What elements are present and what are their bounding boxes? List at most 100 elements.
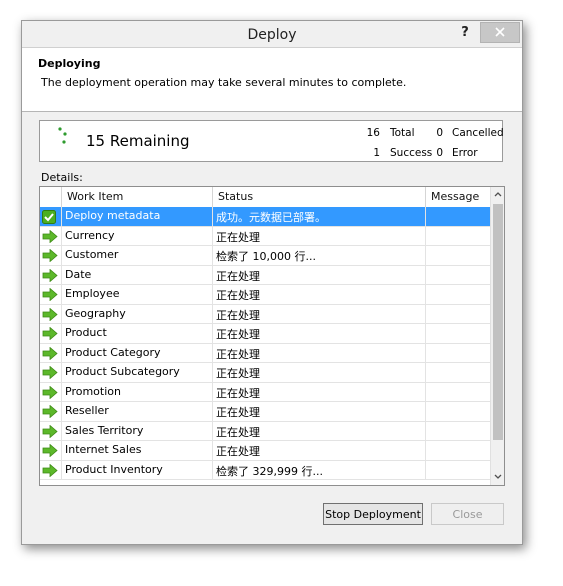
cell-divider (212, 441, 213, 460)
row-status-icon-cell (40, 285, 62, 304)
scroll-thumb[interactable] (493, 204, 503, 440)
arrow-right-icon (42, 385, 58, 399)
work-item-cell: Customer (65, 248, 119, 261)
arrow-right-icon (42, 366, 58, 379)
table-row[interactable]: Deploy metadata 成功。元数据已部署。 (40, 207, 490, 227)
cell-divider (425, 285, 426, 304)
scroll-up-button[interactable] (491, 187, 504, 203)
cell-divider (425, 363, 426, 382)
table-row[interactable]: Internet Sales 正在处理 (40, 441, 490, 461)
cell-divider (212, 402, 213, 421)
cell-divider (425, 265, 426, 285)
work-item-cell: Date (65, 267, 92, 281)
grid-header: Work Item Status Message (40, 187, 490, 208)
cell-divider (425, 421, 426, 441)
error-count: 0 (436, 147, 443, 159)
cell-divider (425, 226, 426, 246)
window-title: Deploy (247, 27, 297, 43)
chevron-up-icon (494, 192, 502, 197)
close-window-button[interactable] (480, 22, 520, 43)
row-status-icon-cell (40, 265, 62, 285)
table-row[interactable]: Promotion 正在处理 (40, 382, 490, 402)
table-row[interactable]: Customer 检索了 10,000 行... (40, 246, 490, 266)
row-status-icon-cell (40, 402, 62, 421)
cell-divider (212, 324, 213, 343)
work-item-cell: Product (65, 326, 107, 339)
arrow-right-icon (42, 444, 58, 457)
stop-deployment-button[interactable]: Stop Deployment (323, 503, 423, 525)
arrow-right-icon (42, 268, 58, 282)
work-item-cell: Product Inventory (65, 462, 163, 476)
arrow-right-icon (42, 463, 58, 477)
arrow-right-icon (42, 327, 58, 340)
table-row[interactable]: Employee 正在处理 (40, 285, 490, 305)
deploy-dialog: Deploy ? Deploying The deployment operat… (21, 20, 523, 545)
row-status-icon-cell (40, 207, 62, 226)
table-row[interactable]: Currency 正在处理 (40, 226, 490, 246)
table-row[interactable]: Date 正在处理 (40, 265, 490, 285)
cell-divider (212, 226, 213, 246)
cell-divider (212, 304, 213, 324)
column-header-work-item[interactable]: Work Item (67, 190, 123, 203)
column-header-status[interactable]: Status (218, 190, 253, 203)
cell-divider (212, 460, 213, 480)
page-description: The deployment operation may take severa… (41, 76, 407, 89)
status-cell: 正在处理 (216, 230, 260, 244)
column-header-message[interactable]: Message (431, 190, 479, 203)
cell-divider (212, 363, 213, 382)
cell-divider (425, 382, 426, 402)
table-row[interactable]: Product Inventory 检索了 329,999 行... (40, 460, 490, 480)
table-row[interactable]: Product Category 正在处理 (40, 343, 490, 363)
column-divider (61, 187, 62, 207)
table-row[interactable]: Product 正在处理 (40, 324, 490, 344)
table-row[interactable]: Sales Territory 正在处理 (40, 421, 490, 441)
status-cell: 成功。元数据已部署。 (216, 211, 326, 224)
work-item-cell: Geography (65, 306, 126, 320)
cell-divider (212, 343, 213, 363)
column-divider (425, 187, 426, 207)
cell-divider (212, 265, 213, 285)
column-divider (212, 187, 213, 207)
status-cell: 正在处理 (216, 367, 260, 380)
status-cell: 正在处理 (216, 308, 260, 322)
work-item-cell: Internet Sales (65, 443, 142, 456)
cancelled-count: 0 (436, 127, 443, 139)
close-button[interactable]: Close (431, 503, 504, 525)
cell-divider (425, 441, 426, 460)
work-item-cell: Deploy metadata (65, 209, 161, 222)
work-item-cell: Product Category (65, 345, 161, 359)
close-icon (495, 27, 505, 37)
cell-divider (425, 324, 426, 343)
work-item-cell: Promotion (65, 384, 121, 398)
remaining-count: 15 Remaining (86, 132, 190, 150)
table-row[interactable]: Geography 正在处理 (40, 304, 490, 324)
scroll-down-button[interactable] (491, 469, 504, 485)
header-panel: Deploying The deployment operation may t… (22, 47, 522, 112)
table-row[interactable]: Reseller 正在处理 (40, 402, 490, 422)
check-icon (42, 210, 56, 224)
total-label: Total (390, 127, 415, 139)
row-status-icon-cell (40, 421, 62, 441)
spinner-icon (58, 127, 67, 144)
details-grid[interactable]: Work Item Status Message Deploy metadata… (39, 186, 505, 486)
table-row[interactable]: Product Subcategory 正在处理 (40, 363, 490, 383)
arrow-right-icon (42, 249, 58, 262)
vertical-scrollbar[interactable] (490, 187, 504, 485)
arrow-right-icon (42, 307, 58, 321)
row-status-icon-cell (40, 363, 62, 382)
arrow-right-icon (42, 346, 58, 360)
help-button[interactable]: ? (454, 23, 476, 43)
total-count: 16 (366, 127, 380, 139)
status-cell: 正在处理 (216, 386, 260, 400)
cell-divider (425, 304, 426, 324)
cancelled-label: Cancelled (452, 127, 504, 139)
cell-divider (425, 460, 426, 480)
title-bar[interactable]: Deploy ? (22, 21, 522, 48)
row-status-icon-cell (40, 226, 62, 246)
arrow-right-icon (42, 288, 58, 301)
row-status-icon-cell (40, 460, 62, 480)
status-cell: 正在处理 (216, 328, 260, 341)
row-status-icon-cell (40, 324, 62, 343)
status-cell: 正在处理 (216, 347, 260, 361)
cell-divider (425, 343, 426, 363)
